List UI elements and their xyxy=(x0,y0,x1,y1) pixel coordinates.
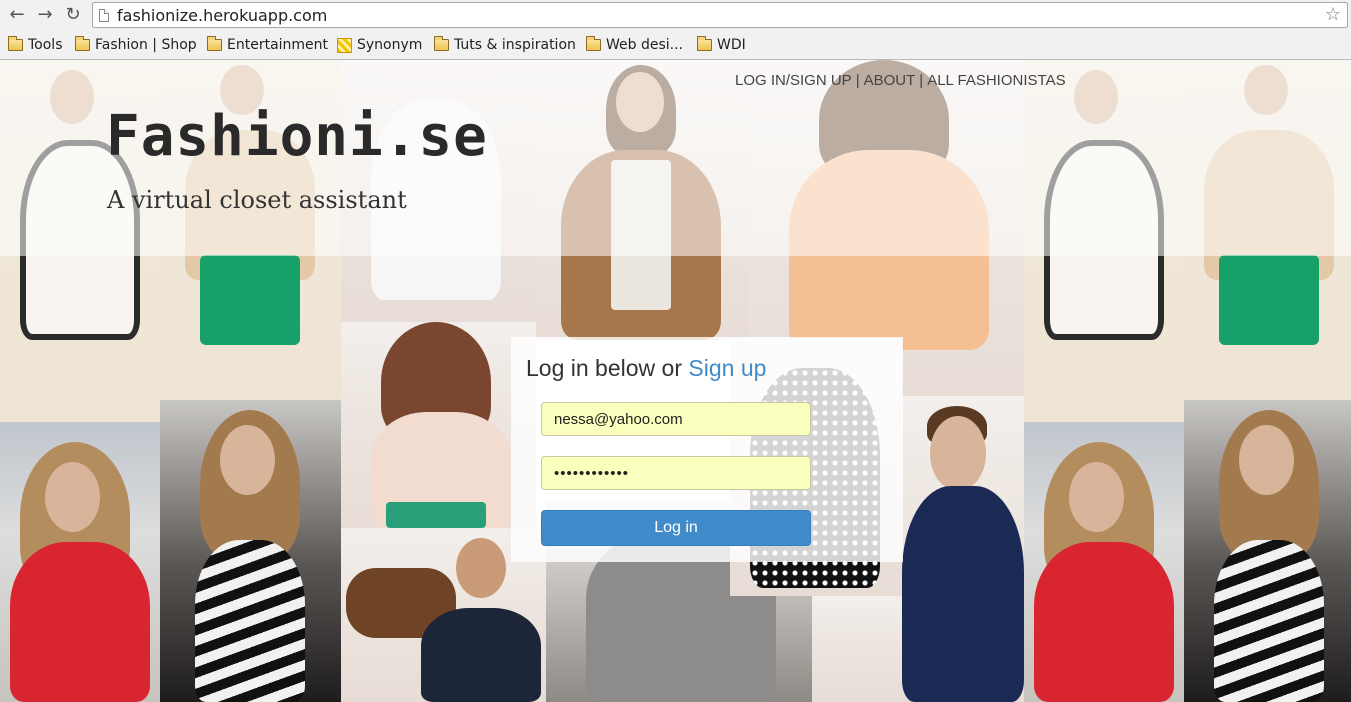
bookmark-tools[interactable]: Tools xyxy=(8,36,63,54)
bookmark-label: Synonym xyxy=(357,37,423,53)
folder-icon xyxy=(697,36,712,51)
nav-separator: | xyxy=(855,72,860,89)
bookmark-web-design[interactable]: Web desi... xyxy=(586,36,683,54)
bookmark-tuts-inspiration[interactable]: Tuts & inspiration xyxy=(434,36,576,54)
bookmark-label: WDI xyxy=(717,37,746,53)
collage-photo-chevron-top-2 xyxy=(1184,400,1351,702)
folder-icon xyxy=(586,36,601,51)
back-arrow-icon[interactable]: ← xyxy=(6,4,28,26)
bookmark-label: Tools xyxy=(28,37,63,53)
password-field[interactable] xyxy=(541,456,811,490)
bookmark-star-icon[interactable]: ☆ xyxy=(1325,4,1341,25)
folder-icon xyxy=(75,36,90,51)
nav-login-signup-link[interactable]: LOG IN/SIGN UP xyxy=(735,72,852,89)
folder-icon xyxy=(207,36,222,51)
bookmark-label: Web desi... xyxy=(606,37,684,53)
bookmarks-bar: Tools Fashion | Shop Entertainment Synon… xyxy=(0,31,1351,59)
collage-photo-red-jacket xyxy=(0,422,160,702)
browser-chrome: ← → ↻ fashionize.herokuapp.com ☆ Tools F… xyxy=(0,0,1351,60)
collage-photo-man-navy-suit xyxy=(902,396,1024,702)
bookmark-fashion-shop[interactable]: Fashion | Shop xyxy=(75,36,197,54)
bookmark-label: Fashion | Shop xyxy=(95,37,197,53)
bookmark-synonym[interactable]: Synonym xyxy=(337,36,422,54)
bookmark-label: Entertainment xyxy=(227,37,329,53)
bookmark-entertainment[interactable]: Entertainment xyxy=(207,36,328,54)
login-heading: Log in below or Sign up xyxy=(526,355,766,382)
reload-icon[interactable]: ↻ xyxy=(62,4,84,26)
url-text[interactable]: fashionize.herokuapp.com xyxy=(117,6,327,25)
collage-photo-light-tile xyxy=(812,596,902,702)
email-field[interactable] xyxy=(541,402,811,436)
login-heading-text: Log in below or xyxy=(526,355,689,381)
nav-about-link[interactable]: ABOUT xyxy=(864,72,916,89)
login-button[interactable]: Log in xyxy=(541,510,811,546)
site-tagline: A virtual closet assistant xyxy=(107,186,407,214)
folder-icon xyxy=(434,36,449,51)
browser-toolbar: ← → ↻ fashionize.herokuapp.com ☆ xyxy=(0,0,1351,31)
top-navigation: LOG IN/SIGN UP | ABOUT | ALL FASHIONISTAS xyxy=(735,72,1066,89)
address-bar[interactable]: fashionize.herokuapp.com ☆ xyxy=(92,2,1348,28)
bookmark-label: Tuts & inspiration xyxy=(454,37,576,53)
synonym-icon xyxy=(337,37,352,53)
nav-separator: | xyxy=(919,72,924,89)
forward-arrow-icon[interactable]: → xyxy=(34,4,56,26)
collage-photo-red-jacket-2 xyxy=(1024,422,1184,702)
page-content: Fashioni.se A virtual closet assistant L… xyxy=(0,60,1351,702)
bookmark-wdi[interactable]: WDI xyxy=(697,36,746,54)
login-panel: Log in below or Sign up Log in xyxy=(511,337,903,562)
nav-all-fashionistas-link[interactable]: ALL FASHIONISTAS xyxy=(927,72,1065,89)
site-logo[interactable]: Fashioni.se xyxy=(106,104,488,169)
page-icon xyxy=(99,9,109,22)
folder-icon xyxy=(8,36,23,51)
signup-link[interactable]: Sign up xyxy=(688,355,766,381)
collage-photo-blush-blouse xyxy=(341,322,536,528)
collage-photo-chevron-top xyxy=(160,400,341,702)
